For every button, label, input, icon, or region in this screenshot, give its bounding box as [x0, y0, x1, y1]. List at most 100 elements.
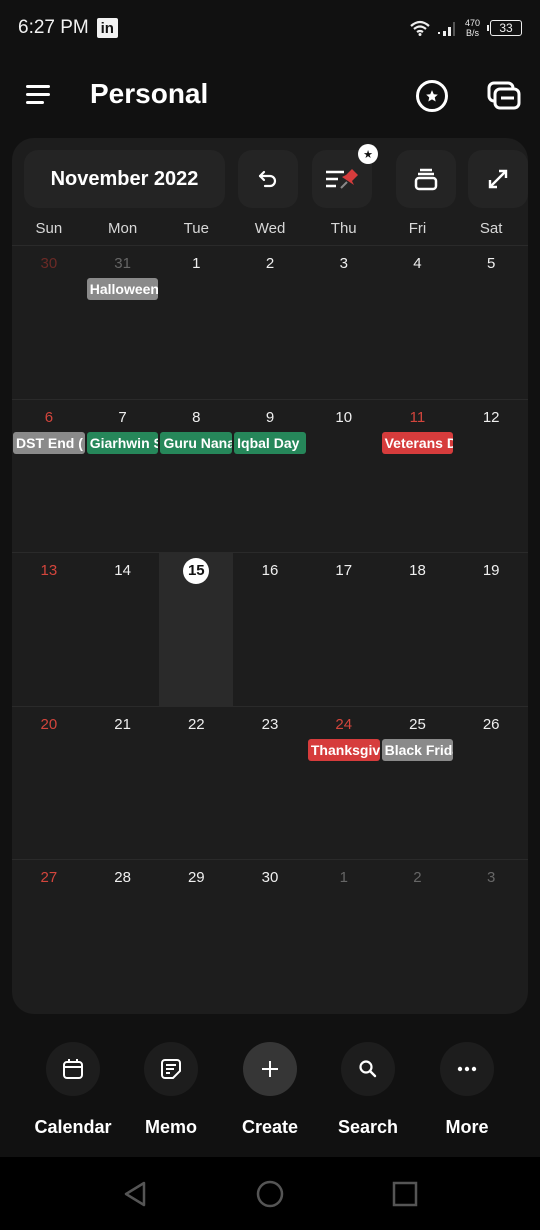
day-cell[interactable]: 23	[233, 707, 307, 860]
menu-icon[interactable]	[26, 85, 52, 107]
event-chip[interactable]: Halloween	[86, 278, 159, 300]
nav-search[interactable]: Search	[318, 1040, 418, 1138]
month-picker-button[interactable]: November 2022	[24, 150, 225, 208]
day-cell[interactable]: 16	[233, 553, 307, 706]
expand-icon	[488, 169, 508, 189]
day-number: 29	[187, 869, 205, 886]
star-circle-icon[interactable]	[416, 80, 448, 112]
speed-value: 470	[464, 18, 480, 28]
day-cell[interactable]: 25 Black Friday	[381, 707, 455, 860]
day-cell[interactable]: 22	[159, 707, 233, 860]
day-cell[interactable]: 10	[307, 400, 381, 553]
event-chip[interactable]: Veterans Day	[381, 431, 454, 454]
speed-unit: B/s	[465, 28, 479, 38]
day-cell[interactable]: 2	[381, 860, 455, 1014]
day-cell[interactable]: 18	[381, 553, 455, 706]
day-cell[interactable]: 6 DST End (	[12, 400, 86, 553]
day-cell[interactable]: 12	[454, 400, 528, 553]
wifi-icon	[410, 20, 430, 36]
system-nav-bar	[0, 1157, 540, 1230]
event-chip[interactable]: Guru Nanak Jayanti	[160, 431, 233, 454]
day-number: 31	[114, 255, 131, 272]
day-cell[interactable]: 3	[454, 860, 528, 1014]
nav-label: More	[445, 1117, 489, 1137]
day-cell[interactable]: 2	[233, 246, 307, 399]
day-cell[interactable]: 11 Veterans Day	[381, 400, 455, 553]
search-icon	[341, 1042, 395, 1096]
nav-label: Search	[337, 1117, 399, 1137]
event-chip[interactable]: Black Friday	[381, 738, 454, 761]
nav-label: Memo	[144, 1117, 197, 1137]
day-cell[interactable]: 24 Thanksgiving	[307, 707, 381, 860]
day-cell-today[interactable]: 15	[159, 553, 234, 706]
day-cell[interactable]: 31 Halloween	[86, 246, 160, 399]
nav-calendar[interactable]: Calendar	[23, 1040, 123, 1138]
day-number: 11	[409, 408, 426, 426]
day-cell[interactable]: 27	[12, 860, 86, 1014]
nav-create[interactable]: Create	[220, 1040, 320, 1138]
week-row: 6 DST End ( 7 Giarhwin Sharif 8 Guru Nanak Ja…	[12, 400, 528, 553]
expand-button[interactable]	[468, 150, 528, 208]
day-cell[interactable]: 9 Iqbal Day	[233, 400, 307, 553]
day-number: 19	[482, 562, 500, 579]
undo-button[interactable]	[238, 150, 298, 208]
day-cell[interactable]: 1	[307, 860, 381, 1014]
day-number: 3	[487, 869, 496, 886]
day-cell[interactable]: 4	[381, 246, 455, 399]
day-number: 24	[335, 715, 353, 733]
undo-icon	[258, 170, 277, 188]
day-cell[interactable]: 14	[86, 553, 160, 706]
day-number: 23	[261, 715, 279, 733]
day-cell[interactable]: 26	[454, 707, 528, 860]
day-number: 2	[413, 869, 422, 886]
bottom-nav: Calendar Memo Create Search More	[0, 1040, 540, 1150]
pinned-list-button[interactable]: ★	[312, 144, 378, 208]
home-icon[interactable]	[255, 1179, 285, 1209]
week-row: 27 28 29 30 1 2 3	[12, 860, 528, 1014]
event-chip[interactable]: Giarhwin Sharif	[86, 431, 159, 454]
archive-button[interactable]	[396, 150, 456, 208]
day-cell[interactable]: 30	[12, 246, 86, 399]
weekday-label: Thu	[330, 220, 357, 237]
day-cell[interactable]: 3	[307, 246, 381, 399]
weekday-label: Mon	[107, 220, 138, 237]
day-cell[interactable]: 21	[86, 707, 160, 860]
day-cell[interactable]: 7 Giarhwin Sharif	[86, 400, 160, 553]
nav-memo[interactable]: Memo	[121, 1040, 221, 1138]
battery-icon: 33	[487, 20, 522, 36]
linkedin-icon: in	[96, 18, 118, 38]
day-number: 10	[335, 408, 353, 426]
day-cell[interactable]: 5	[454, 246, 528, 399]
memo-icon	[144, 1042, 198, 1096]
calendars-icon[interactable]	[487, 81, 521, 111]
pin-list-icon	[326, 169, 358, 189]
day-cell[interactable]: 17	[307, 553, 381, 706]
day-cell[interactable]: 28	[86, 860, 160, 1014]
day-number: 30	[261, 869, 279, 886]
back-icon[interactable]	[120, 1179, 150, 1209]
day-number: 13	[40, 562, 58, 579]
day-cell[interactable]: 29	[159, 860, 233, 1014]
day-number: 6	[44, 408, 54, 426]
day-cell[interactable]: 13	[12, 553, 86, 706]
day-cell[interactable]: 20	[12, 707, 86, 860]
day-number: 7	[118, 408, 127, 426]
week-row: 30 31 Halloween 1 2 3 4 5	[12, 246, 528, 400]
event-chip[interactable]: Iqbal Day	[234, 431, 306, 454]
nav-more[interactable]: More	[417, 1040, 517, 1138]
day-cell[interactable]: 8 Guru Nanak Jayanti	[159, 400, 233, 553]
event-chip[interactable]: DST End (	[13, 431, 85, 454]
battery-level: 33	[499, 21, 513, 35]
day-number: 9	[265, 408, 275, 426]
event-chip[interactable]: Thanksgiving	[307, 738, 380, 761]
day-number: 26	[482, 715, 500, 733]
day-cell[interactable]: 19	[454, 553, 528, 706]
day-number: 1	[339, 869, 348, 886]
weekday-label: Sun	[35, 220, 63, 237]
day-cell[interactable]: 1	[159, 246, 233, 399]
day-number: 17	[335, 562, 353, 579]
day-cell[interactable]: 30	[233, 860, 307, 1014]
recents-icon[interactable]	[390, 1179, 420, 1209]
day-number: 15	[183, 558, 210, 584]
network-speed: 470 B/s	[465, 18, 480, 38]
